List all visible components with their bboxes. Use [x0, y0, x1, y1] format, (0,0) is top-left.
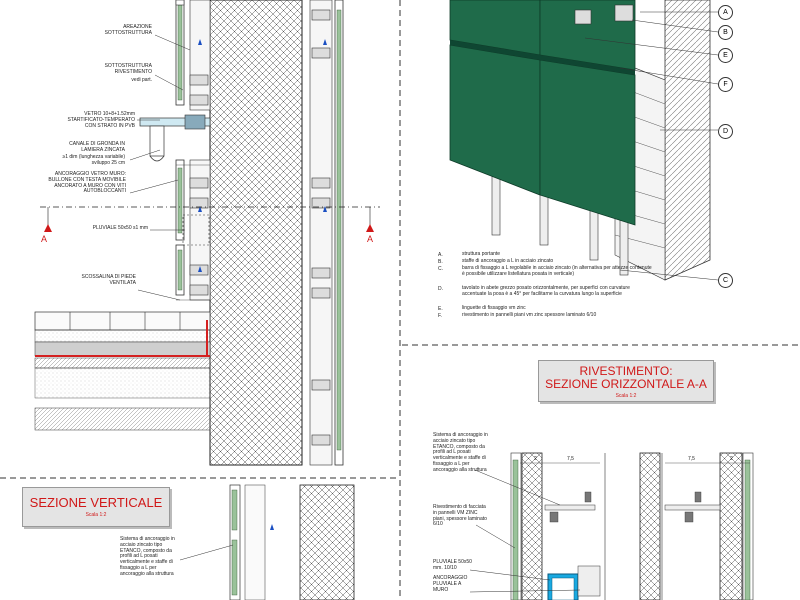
title-sezione-verticale-scale: Scala 1:2	[85, 512, 107, 519]
label-ancoraggio-vetro: ANCORAGGIO VETRO MURO: BULLONE CON TESTA…	[48, 171, 126, 195]
callout-f: F	[718, 77, 733, 92]
label-scossalina: SCOSSALINA DI PIEDE VENTILATA	[81, 274, 136, 286]
dim-left: 7,5	[567, 456, 574, 462]
title-orizzontale-line2: SEZIONE ORIZZONTALE A-A	[545, 377, 707, 392]
title-sezione-verticale: SEZIONE VERTICALE Scala 1:2	[22, 487, 170, 527]
label-pluviale: PLUVIALE 50x50 s1 mm	[92, 225, 148, 231]
label-vedi-part: vedi part.	[131, 77, 152, 83]
legend-text-c: barra di fissaggio a L regolabile in acc…	[462, 265, 652, 277]
legend-text-b: staffe di ancoraggio a L in acciaio zinc…	[462, 258, 554, 264]
title-orizzontale-scale: Scala 1:2	[615, 393, 637, 400]
section-mark-left: A	[41, 234, 48, 244]
axonometric-drawing	[449, 0, 719, 281]
title-sezione-verticale-text: SEZIONE VERTICALE	[29, 495, 163, 510]
dim-right: 7,5	[688, 456, 695, 462]
label-sottostruttura: SOTTOSTRUTTURA RIVESTIMENTO	[104, 63, 152, 75]
callout-e: E	[718, 48, 733, 63]
legend-key-e: E.	[438, 306, 443, 312]
legend-text-f: rivestimento in pannelli piani vm zinc s…	[462, 312, 597, 318]
section-mark-right: A	[367, 234, 374, 244]
callout-d: D	[718, 124, 733, 139]
label-sistema-oriz: Sistema di ancoraggio in acciaio zincato…	[433, 432, 488, 473]
dim-small-right: 2	[730, 456, 733, 462]
legend-key-b: B.	[438, 259, 443, 265]
callout-a: A	[718, 5, 733, 20]
label-vetro: VETRO 10+8+1.52mm STARTIFICATO-TEMPERATO…	[67, 111, 135, 129]
label-canale-gronda: CANALE DI GRONDA IN LAMIERA ZINCATA	[69, 141, 125, 153]
legend-text-e: linguette di fissaggio vm zinc	[462, 305, 526, 311]
label-canale-dim: ≥1 dim (lunghezza variabile) sviluppo 25…	[62, 154, 126, 166]
title-sezione-orizzontale: RIVESTIMENTO: SEZIONE ORIZZONTALE A-A Sc…	[538, 360, 714, 402]
label-ancoraggio-pluviale: ANCORAGGIO PLUVIALE A MURO	[433, 575, 468, 593]
legend-key-d: D.	[438, 286, 443, 292]
label-sistema-vert: Sistema di ancoraggio in acciaio zincato…	[120, 536, 175, 577]
legend-text-a: struttura portante	[462, 251, 501, 257]
label-rivestimento: Rivestimento di facciata in pannelli VM …	[433, 504, 487, 528]
legend-key-c: C.	[438, 266, 443, 272]
legend-text-d: tavolato in abete grezzo posato orizzont…	[462, 285, 630, 297]
label-areazione: AREAZIONE SOTTOSTRUTTURA	[104, 24, 152, 36]
legend-key-a: A.	[438, 252, 443, 258]
dim-small-left: 2	[534, 456, 537, 462]
label-pluviale-oriz: PLUVIALE 50x50 mm. 10/10	[433, 559, 472, 571]
callout-c: C	[718, 273, 733, 288]
legend-key-f: F.	[438, 313, 442, 319]
callout-b: B	[718, 25, 733, 40]
